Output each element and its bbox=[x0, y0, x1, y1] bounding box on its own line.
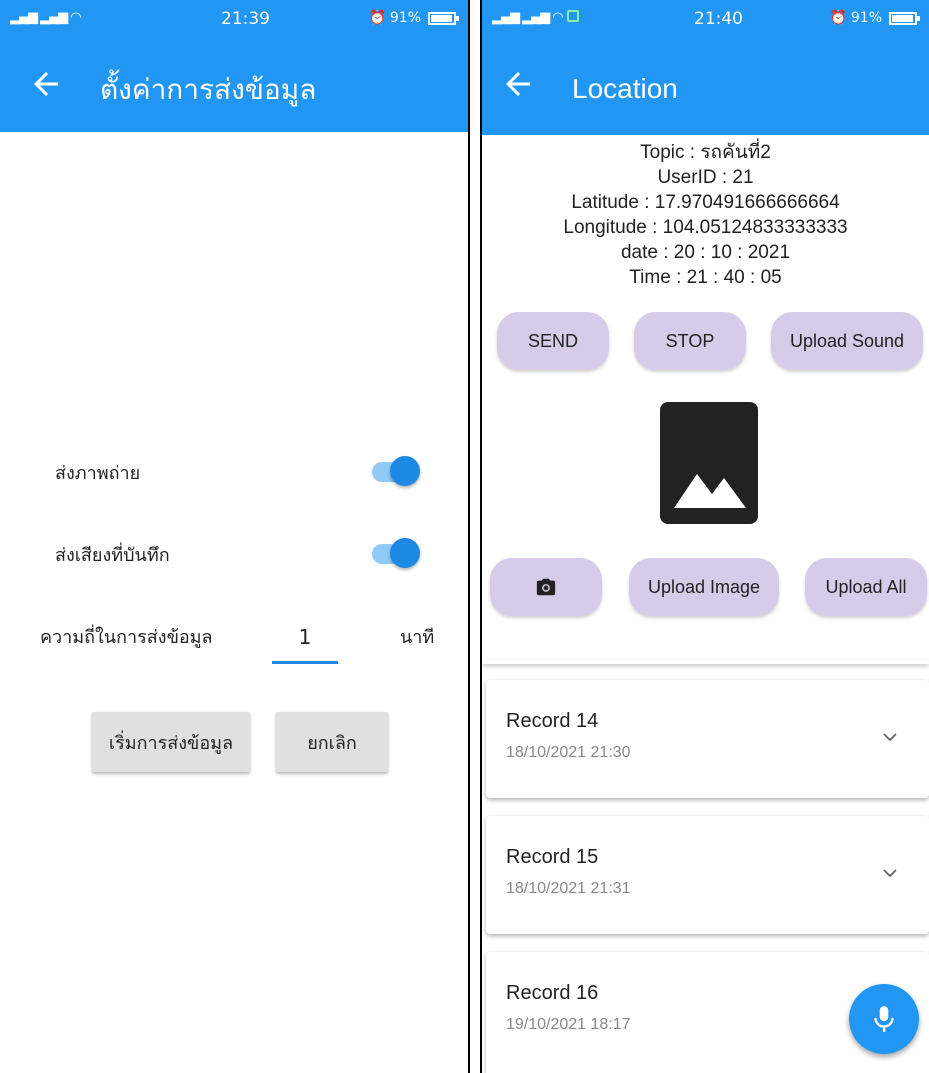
status-right: ⏰ 91% bbox=[368, 10, 459, 26]
record-card[interactable]: Record 15 18/10/2021 21:31 bbox=[486, 816, 929, 934]
back-arrow-icon[interactable] bbox=[28, 66, 64, 102]
status-right: ⏰ 91% bbox=[829, 10, 920, 26]
audio-toggle[interactable] bbox=[370, 538, 420, 568]
frequency-unit: นาที bbox=[400, 627, 435, 648]
signal-icon: ▂▄▆ ▂▄▆ ◠ bbox=[10, 10, 82, 25]
record-title: Record 15 bbox=[506, 846, 599, 868]
signal-icon: ▂▄▆ ▂▄▆ ◠ bbox=[492, 10, 579, 25]
start-sending-button[interactable]: เริ่มการส่งข้อมูล bbox=[92, 712, 250, 772]
latitude-text: Latitude : 17.970491666666664 bbox=[571, 192, 840, 213]
camera-icon bbox=[536, 578, 556, 596]
upload-all-button[interactable]: Upload All bbox=[805, 558, 927, 616]
chevron-down-icon[interactable] bbox=[881, 864, 899, 882]
battery-percent: 91% bbox=[850, 10, 882, 26]
photo-setting-row: ส่งภาพถ่าย bbox=[55, 448, 420, 492]
location-screen: ▂▄▆ ▂▄▆ ◠ 21:40 ⏰ 91% Location Topic : ร… bbox=[480, 0, 929, 1073]
frequency-input[interactable] bbox=[272, 612, 338, 664]
battery-icon bbox=[428, 11, 459, 25]
time-text: Time : 21 : 40 : 05 bbox=[629, 267, 782, 288]
status-time: 21:39 bbox=[221, 9, 270, 29]
record-date: 18/10/2021 21:30 bbox=[506, 744, 631, 761]
photo-setting-label: ส่งภาพถ่าย bbox=[55, 463, 141, 484]
record-card[interactable]: Record 14 18/10/2021 21:30 bbox=[486, 680, 929, 798]
screenshot: ▂▄▆ ▂▄▆ ◠ 21:39 ⏰ 91% ตั้งค่าการส่งข้อมู… bbox=[0, 0, 929, 1073]
status-bar: ▂▄▆ ▂▄▆ ◠ 21:39 ⏰ 91% bbox=[0, 0, 468, 40]
section-divider bbox=[482, 660, 929, 664]
app-bar: ตั้งค่าการส่งข้อมูล bbox=[0, 40, 468, 132]
location-info: Topic : รถคันที่2 UserID : 21 Latitude :… bbox=[482, 140, 929, 290]
back-arrow-icon[interactable] bbox=[500, 66, 536, 102]
battery-percent: 91% bbox=[389, 10, 421, 26]
microphone-icon bbox=[874, 1006, 894, 1032]
alarm-icon: ⏰ bbox=[829, 10, 847, 26]
send-button[interactable]: SEND bbox=[497, 312, 609, 370]
page-title: Location bbox=[572, 73, 678, 104]
frequency-label: ความถี่ในการส่งข้อมูล bbox=[40, 627, 213, 648]
page-title: ตั้งค่าการส่งข้อมูล bbox=[100, 74, 317, 105]
battery-icon bbox=[889, 11, 920, 25]
cancel-button[interactable]: ยกเลิก bbox=[276, 712, 388, 772]
status-time: 21:40 bbox=[694, 9, 743, 29]
photo-toggle[interactable] bbox=[370, 456, 420, 486]
record-date: 18/10/2021 21:31 bbox=[506, 880, 631, 897]
alarm-icon: ⏰ bbox=[368, 10, 386, 26]
image-icon bbox=[674, 474, 746, 508]
user-id-text: UserID : 21 bbox=[657, 167, 754, 188]
longitude-text: Longitude : 104.05124833333333 bbox=[563, 217, 848, 238]
record-date: 19/10/2021 18:17 bbox=[506, 1016, 631, 1033]
settings-screen: ▂▄▆ ▂▄▆ ◠ 21:39 ⏰ 91% ตั้งค่าการส่งข้อมู… bbox=[0, 0, 470, 1073]
app-bar: Location bbox=[482, 40, 929, 135]
topic-text: Topic : รถคันที่2 bbox=[640, 142, 771, 163]
record-title: Record 16 bbox=[506, 982, 599, 1004]
upload-image-button[interactable]: Upload Image bbox=[629, 558, 779, 616]
record-title: Record 14 bbox=[506, 710, 599, 732]
audio-setting-row: ส่งเสียงที่บันทึก bbox=[55, 530, 420, 574]
camera-button[interactable] bbox=[490, 558, 602, 616]
upload-sound-button[interactable]: Upload Sound bbox=[771, 312, 923, 370]
chevron-down-icon[interactable] bbox=[881, 728, 899, 746]
stop-button[interactable]: STOP bbox=[634, 312, 746, 370]
image-placeholder bbox=[660, 402, 758, 524]
audio-setting-label: ส่งเสียงที่บันทึก bbox=[55, 545, 170, 566]
date-text: date : 20 : 10 : 2021 bbox=[620, 242, 791, 263]
status-bar: ▂▄▆ ▂▄▆ ◠ 21:40 ⏰ 91% bbox=[482, 0, 929, 40]
record-audio-fab[interactable] bbox=[849, 984, 919, 1054]
